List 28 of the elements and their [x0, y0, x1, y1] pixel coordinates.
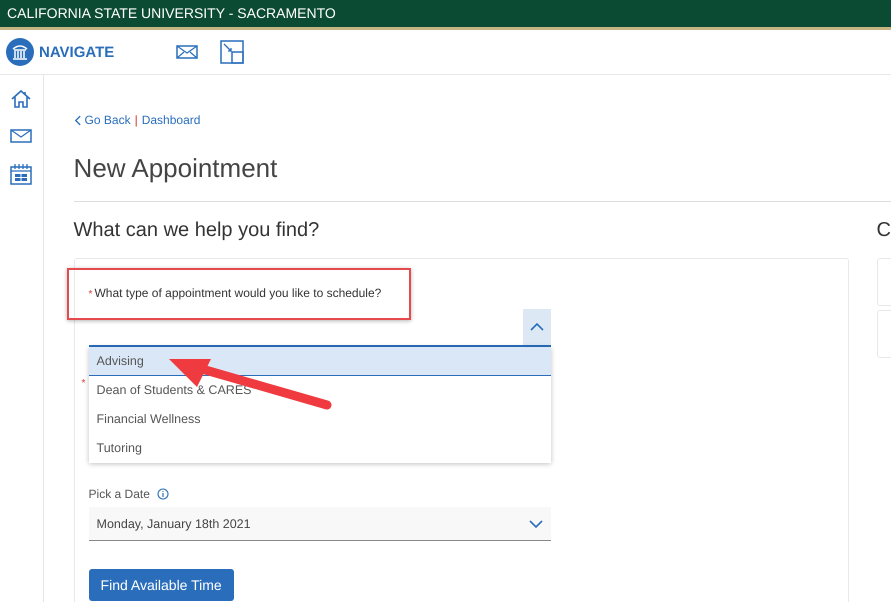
- dashboard-link[interactable]: Dashboard: [142, 113, 200, 127]
- university-title: CALIFORNIA STATE UNIVERSITY - SACRAMENTO: [7, 5, 336, 21]
- pillars-logo-icon: [6, 38, 34, 66]
- go-back-link[interactable]: Go Back: [84, 113, 131, 127]
- brand-name: NAVIGATE: [39, 44, 114, 60]
- mail-icon[interactable]: [176, 45, 198, 59]
- resize-icon[interactable]: [220, 40, 244, 64]
- field-label: What type of appointment would you like to schedule?: [94, 286, 382, 300]
- date-select[interactable]: Monday, January 18th 2021: [88, 507, 551, 541]
- breadcrumb-separator: |: [134, 113, 138, 127]
- info-icon[interactable]: [156, 488, 169, 500]
- section-title: What can we help you find?: [74, 219, 320, 242]
- required-mark: *: [88, 289, 92, 300]
- dropdown-option[interactable]: Dean of Students & CARES: [88, 376, 551, 405]
- caret-icon[interactable]: [522, 309, 551, 345]
- dropdown-option[interactable]: Tutoring: [88, 434, 551, 463]
- find-available-time-button[interactable]: Find Available Time: [88, 569, 234, 601]
- dropdown-option[interactable]: Advising: [88, 347, 551, 376]
- mail-icon[interactable]: [10, 129, 32, 143]
- home-icon[interactable]: [10, 89, 32, 109]
- page-title: New Appointment: [74, 153, 278, 184]
- chevron-left-icon: [74, 114, 81, 126]
- dropdown-option[interactable]: Financial Wellness: [88, 405, 551, 434]
- field-label: Pick a Date: [88, 487, 150, 501]
- calendar-icon[interactable]: [10, 163, 32, 185]
- required-mark: *: [82, 378, 86, 389]
- section-title: C: [876, 219, 891, 242]
- caret-icon[interactable]: [528, 520, 543, 528]
